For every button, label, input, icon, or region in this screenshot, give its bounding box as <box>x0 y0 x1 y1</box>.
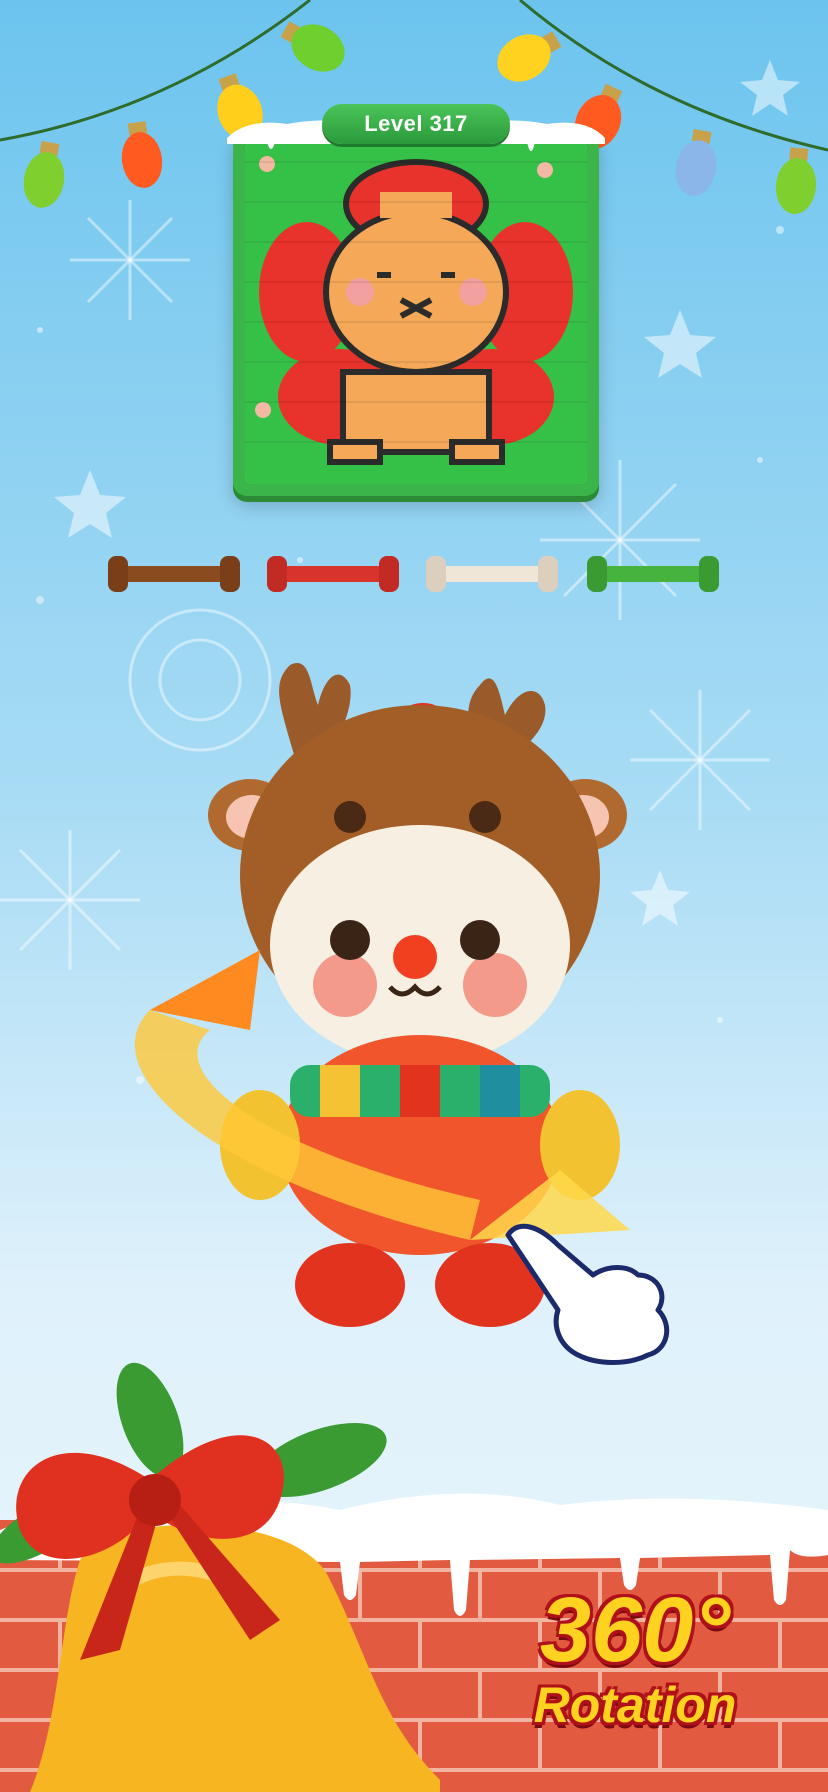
level-label: Level 317 <box>322 104 510 144</box>
yarn-spool-white[interactable] <box>424 552 560 600</box>
level-puzzle-card[interactable] <box>227 120 605 496</box>
yarn-spool-red[interactable] <box>265 552 401 600</box>
yarn-spool-brown[interactable] <box>106 552 242 600</box>
promo-rotation-label: Rotation <box>533 1677 737 1733</box>
yarn-spool-green[interactable] <box>585 552 721 600</box>
pixel-art-board <box>245 142 587 484</box>
promo-degrees: 360° <box>539 1579 731 1681</box>
rotation-arrow-icon <box>134 950 630 1240</box>
pointing-hand-icon <box>505 1223 670 1365</box>
bell-icon <box>0 1362 440 1792</box>
rotation-promo: 360° Rotation <box>505 1582 765 1732</box>
